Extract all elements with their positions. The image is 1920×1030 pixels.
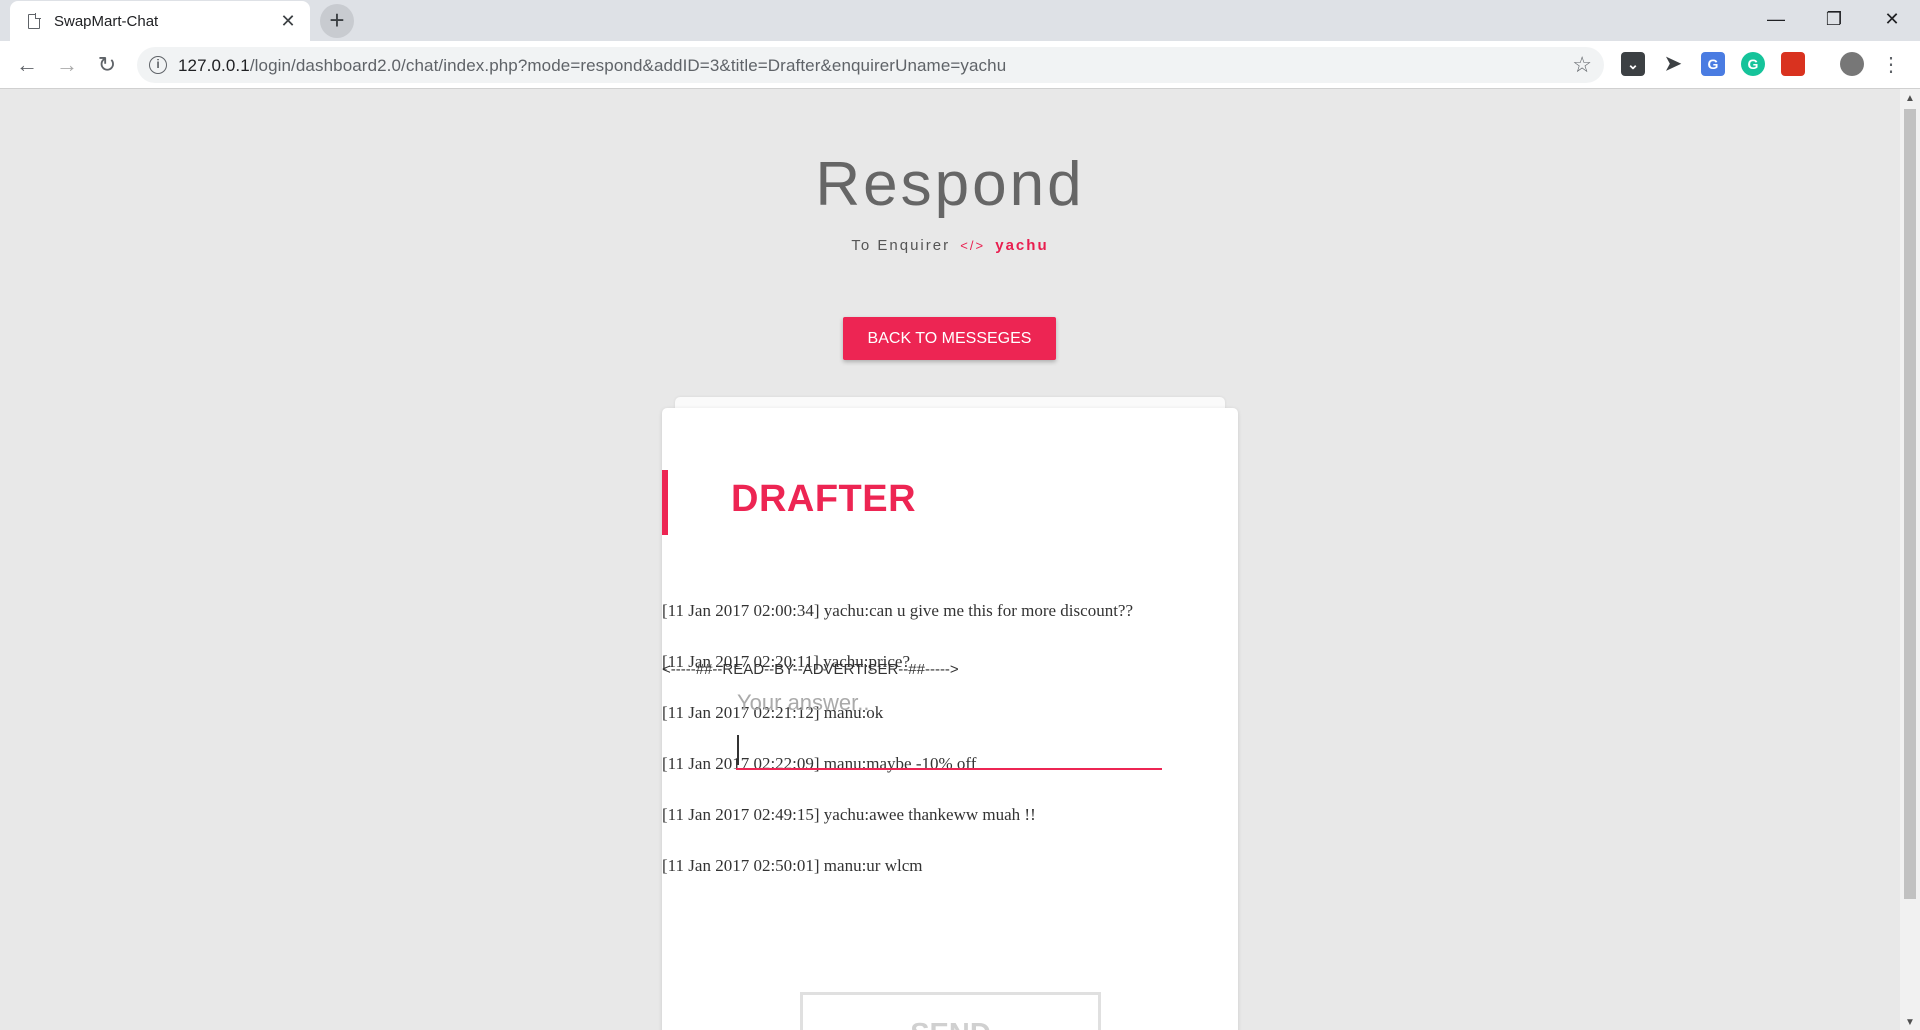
menu-dots-icon[interactable]: ⋮ xyxy=(1879,49,1903,81)
url-text[interactable]: 127.0.0.1/login/dashboard2.0/chat/index.… xyxy=(178,56,1006,76)
restore-icon[interactable]: ❐ xyxy=(1806,0,1862,41)
chat-title: DRAFTER xyxy=(731,478,917,520)
page-title: Respond xyxy=(815,150,1085,219)
profile-avatar[interactable] xyxy=(1840,52,1864,76)
browser-tab[interactable]: SwapMart-Chat ✕ xyxy=(10,1,310,41)
page-content: Respond To Enquirer </> yachu BACK TO ME… xyxy=(0,89,1900,1030)
chat-card: DRAFTER [11 Jan 2017 02:00:34] yachu:can… xyxy=(662,408,1238,1030)
subtitle: To Enquirer </> yachu xyxy=(0,237,1900,254)
url-path: /login/dashboard2.0/chat/index.php?mode=… xyxy=(249,56,1007,75)
back-arrow-icon[interactable]: ← xyxy=(11,49,43,81)
scroll-down-icon[interactable]: ▼ xyxy=(1900,1017,1920,1028)
page-icon xyxy=(28,13,41,29)
code-icon: </> xyxy=(960,238,986,253)
site-info-icon[interactable]: i xyxy=(149,56,167,74)
message-line: [11 Jan 2017 02:49:15] yachu:awee thanke… xyxy=(662,805,1036,824)
forward-arrow-icon[interactable]: → xyxy=(51,49,83,81)
scrollbar-thumb[interactable] xyxy=(1904,109,1916,899)
tab-title: SwapMart-Chat xyxy=(54,12,159,30)
scroll-up-icon[interactable]: ▲ xyxy=(1900,93,1920,104)
url-host: 127.0.0.1 xyxy=(178,56,250,75)
tab-close-icon[interactable]: ✕ xyxy=(278,11,298,32)
read-by-marker: <-----##--READ--BY--ADVERTISER--##-----> xyxy=(662,661,959,678)
message-line: [11 Jan 2017 02:50:01] manu:ur wlcm xyxy=(662,856,923,875)
answer-placeholder-label: Your answer.. xyxy=(737,690,870,715)
back-to-messages-button[interactable]: BACK TO MESSEGES xyxy=(843,317,1056,360)
rocket-extension-icon[interactable]: ➤ xyxy=(1661,52,1685,76)
title-accent-bar xyxy=(662,470,668,535)
text-caret xyxy=(737,735,739,765)
window-close-icon[interactable]: ✕ xyxy=(1864,0,1920,41)
pocket-extension-icon[interactable]: ⌄ xyxy=(1621,52,1645,76)
message-line: [11 Jan 2017 02:00:34] yachu:can u give … xyxy=(662,601,1134,620)
grammarly-extension-icon[interactable]: G xyxy=(1741,52,1765,76)
subtitle-prefix: To Enquirer xyxy=(851,237,951,254)
address-bar[interactable]: i 127.0.0.1/login/dashboard2.0/chat/inde… xyxy=(137,47,1604,83)
page-scrollbar[interactable]: ▲ ▼ xyxy=(1900,89,1920,1030)
enquirer-name: yachu xyxy=(995,237,1049,254)
tab-strip: SwapMart-Chat ✕ + — ❐ ✕ xyxy=(0,0,1920,41)
bookmark-star-icon[interactable]: ☆ xyxy=(1572,52,1592,78)
translate-extension-icon[interactable]: G xyxy=(1701,52,1725,76)
reload-icon[interactable]: ↻ xyxy=(91,49,123,81)
send-button[interactable]: SEND xyxy=(800,992,1101,1030)
message-line: [11 Jan 2017 02:21:12] manu:ok xyxy=(662,703,884,722)
red-extension-icon[interactable] xyxy=(1781,52,1805,76)
browser-toolbar: ← → ↻ i 127.0.0.1/login/dashboard2.0/cha… xyxy=(0,41,1920,89)
answer-input[interactable] xyxy=(736,728,1162,770)
minimize-icon[interactable]: — xyxy=(1748,0,1804,41)
new-tab-button[interactable]: + xyxy=(320,4,354,38)
